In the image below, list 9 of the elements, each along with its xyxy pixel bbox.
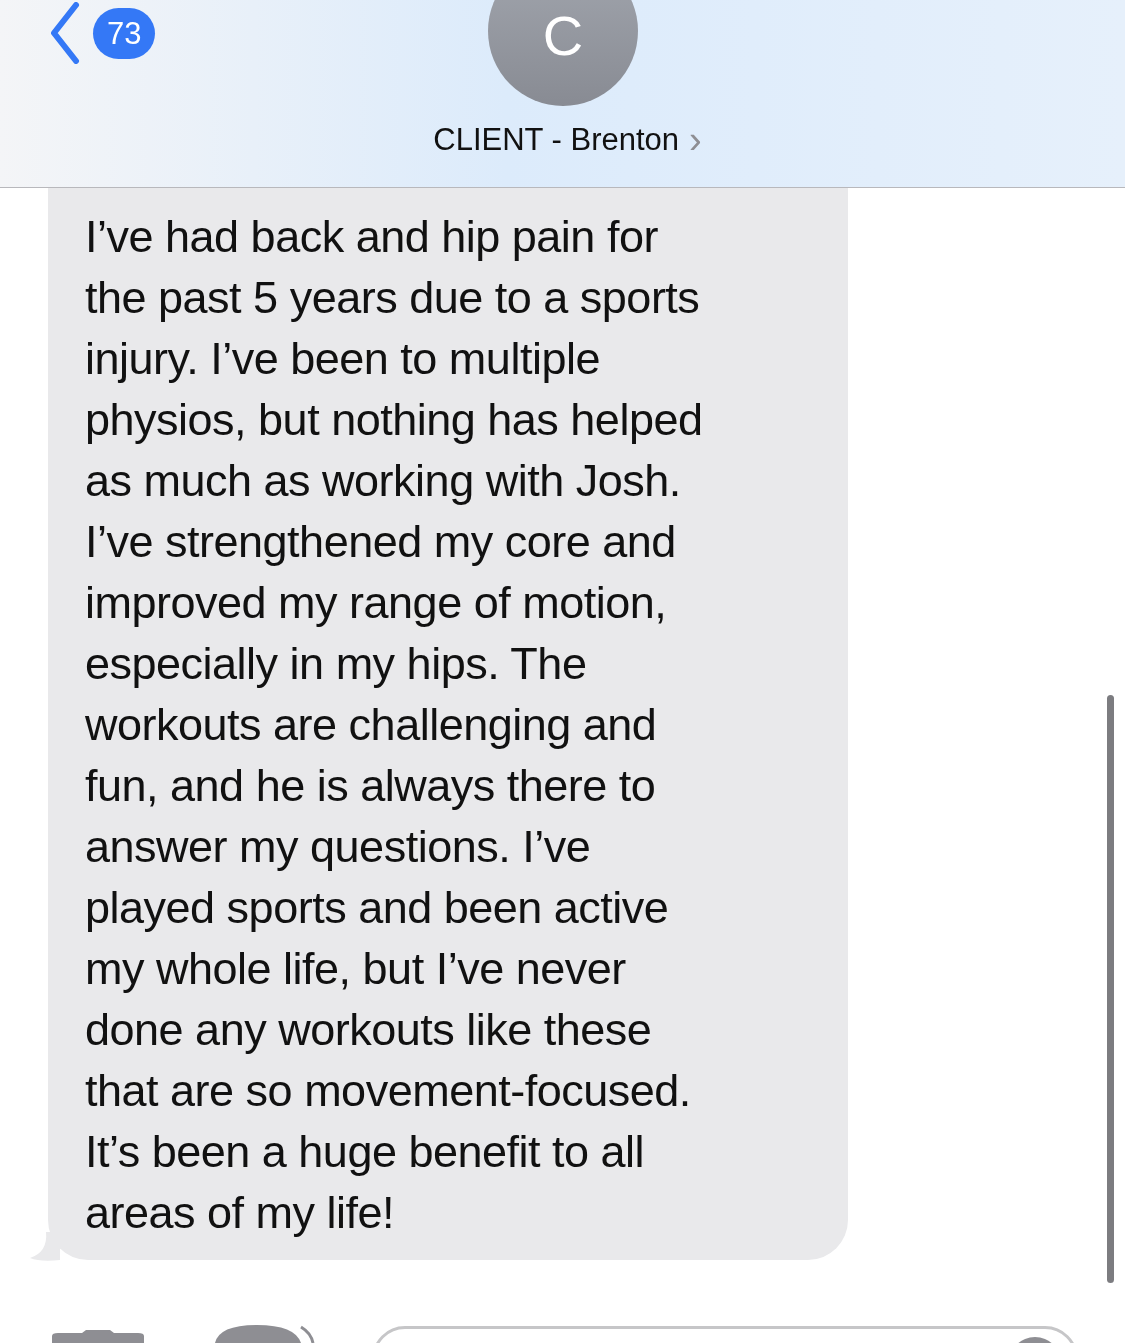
- back-icon[interactable]: [50, 2, 80, 64]
- app-store-icon[interactable]: [215, 1323, 315, 1343]
- camera-icon[interactable]: [52, 1330, 144, 1343]
- contact-name[interactable]: CLIENT - Brenton: [433, 122, 680, 158]
- chevron-icon[interactable]: ›: [689, 123, 702, 157]
- message-text: I’ve had back and hip pain for the past 5 years due to a sports injury. I’ve been to multiple physios, but nothing has helped as much as working with Josh. I’ve strengthened my core and improved my range of motion, especially in my hips. The workouts are challenging and fun, and he is always there to answer my questions. I’ve played sports and been active my whole life, but I’ve never done any workouts like these that are so movement-focused. It’s been a huge benefit to all areas of my life!: [85, 210, 704, 1240]
- scrollbar[interactable]: [1107, 695, 1114, 1283]
- contact-avatar[interactable]: C: [488, 0, 638, 106]
- unread-count: 73: [93, 8, 156, 59]
